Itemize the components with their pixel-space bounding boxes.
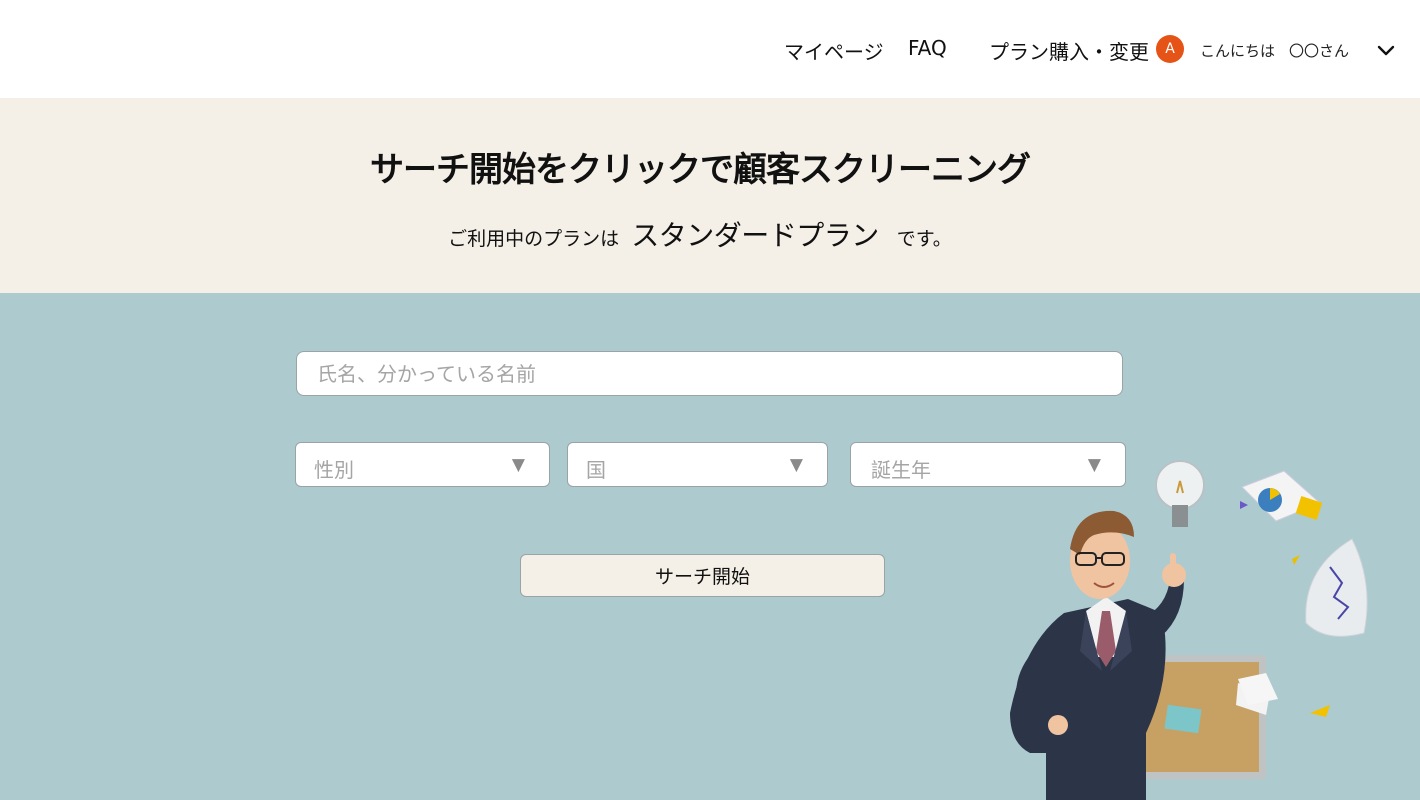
page-title: サーチ開始をクリックで顧客スクリーニング: [370, 150, 1031, 190]
hero-banner: [0, 98, 1420, 293]
country-select[interactable]: 国 ▼: [567, 442, 828, 487]
floating-documents-icon: [1238, 470, 1368, 717]
top-header: マイページ FAQ プラン購入・変更 A こんにちは 〇〇さん: [0, 0, 1420, 98]
nav-faq-link[interactable]: FAQ: [908, 36, 947, 60]
name-search-input[interactable]: [296, 351, 1123, 396]
dropdown-arrow-icon: ▼: [789, 455, 803, 475]
nav-mypage-link[interactable]: マイページ: [784, 36, 884, 65]
user-greeting[interactable]: こんにちは 〇〇さん: [1200, 40, 1349, 61]
greeting-text: こんにちは: [1200, 42, 1276, 60]
current-plan-line: ご利用中のプランは スタンダードプラン です。: [0, 214, 1400, 254]
avatar[interactable]: A: [1156, 35, 1184, 63]
plan-prefix-text: ご利用中のプランは: [448, 228, 620, 250]
gender-placeholder: 性別: [314, 458, 354, 482]
dropdown-arrow-icon: ▼: [511, 455, 525, 475]
search-panel: 性別 ▼ 国 ▼ 誕生年 ▼ サーチ開始: [0, 293, 1420, 800]
light-bulb-icon: [1155, 460, 1205, 527]
plan-suffix-text: です。: [896, 228, 952, 250]
gender-select[interactable]: 性別 ▼: [295, 442, 550, 487]
country-placeholder: 国: [586, 458, 606, 482]
chevron-down-icon[interactable]: [1376, 40, 1396, 60]
plan-name: スタンダードプラン: [631, 219, 879, 252]
birth-year-placeholder: 誕生年: [871, 458, 931, 482]
user-name: 〇〇さん: [1289, 42, 1350, 60]
nav-plan-purchase-link[interactable]: プラン購入・変更: [989, 36, 1149, 65]
search-start-button[interactable]: サーチ開始: [520, 554, 885, 597]
businessman-idea-illustration: [1010, 460, 1368, 800]
